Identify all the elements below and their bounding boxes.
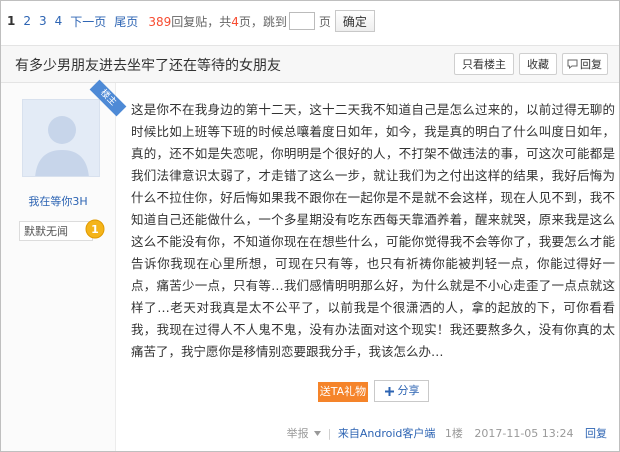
page-link-4[interactable]: 4 — [55, 14, 63, 28]
reply-button[interactable]: 回复 — [562, 53, 608, 75]
confirm-jump-button[interactable]: 确定 — [334, 10, 375, 32]
reply-icon — [567, 59, 578, 70]
username-link[interactable]: 我在等你3H — [1, 193, 115, 209]
only-op-button[interactable]: 只看楼主 — [454, 53, 514, 75]
caret-down-icon[interactable] — [314, 431, 322, 436]
reply-button-label: 回复 — [580, 58, 602, 71]
next-page-link[interactable]: 下一页 — [70, 13, 106, 30]
avatar[interactable] — [22, 99, 100, 177]
page-link-2[interactable]: 2 — [23, 14, 31, 28]
page-suffix: 页 — [318, 14, 331, 29]
post-content: 这是你不在我身边的第十二天，这十二天我不知道自己是怎么过来的，以前过得无聊的时候… — [131, 102, 615, 359]
default-avatar-icon — [23, 100, 99, 176]
pagination-bar: 1 2 3 4 下一页 尾页 389回复贴，共4页，跳到 页 确定 — [7, 9, 375, 33]
reply-count: 389 — [148, 14, 172, 29]
page-count: 4 — [231, 14, 239, 29]
user-level: 1 — [91, 223, 99, 236]
jump-page-input[interactable] — [288, 12, 315, 30]
thread-title-bar: 有多少男朋友进去坐牢了还在等待的女朋友 只看楼主 收藏 回复 — [1, 45, 619, 83]
reply-label: 回复贴，共 — [171, 14, 232, 29]
plus-icon — [384, 386, 394, 396]
report-link[interactable]: 举报 — [287, 427, 309, 440]
reply-stats: 389回复贴，共4页，跳到 — [148, 13, 287, 30]
medal-icon: 1 — [85, 219, 105, 239]
reply-link[interactable]: 回复 — [585, 427, 607, 440]
thread-title: 有多少男朋友进去坐牢了还在等待的女朋友 — [15, 58, 281, 74]
post-time: 2017-11-05 13:24 — [474, 427, 574, 440]
share-label: 分享 — [397, 384, 420, 397]
client-source-link[interactable]: 来自Android客户端 — [338, 427, 436, 440]
favorite-button[interactable]: 收藏 — [519, 53, 557, 75]
post-page: 1 2 3 4 下一页 尾页 389回复贴，共4页，跳到 页 确定 有多少男朋友… — [0, 0, 620, 452]
send-gift-button[interactable]: 送TA礼物 — [318, 382, 368, 402]
user-rank: 默默无闻 — [19, 221, 93, 241]
page-label: 页，跳到 — [238, 14, 287, 29]
share-button[interactable]: 分享 — [374, 380, 429, 402]
page-current: 1 — [7, 14, 16, 28]
separator: | — [327, 427, 332, 440]
floor-number: 1楼 — [444, 427, 463, 440]
page-link-3[interactable]: 3 — [39, 14, 47, 28]
last-page-link[interactable]: 尾页 — [114, 13, 138, 30]
post-meta: 举报 | 来自Android客户端 1楼 2017-11-05 13:24 回复 — [287, 425, 607, 441]
author-sidebar: 楼主 我在等你3H 默默无闻 1 — [1, 79, 127, 451]
